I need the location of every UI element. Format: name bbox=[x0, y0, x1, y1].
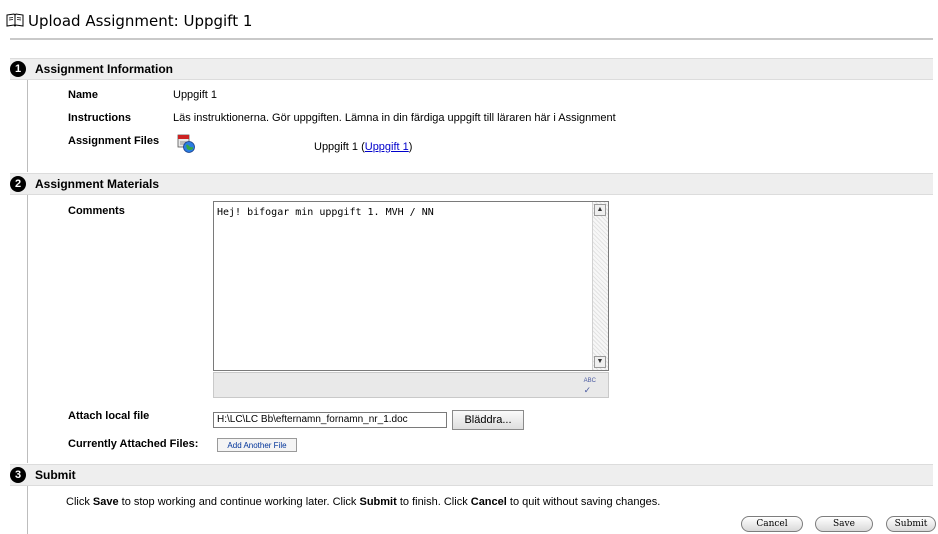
open-book-icon bbox=[6, 12, 24, 31]
step-1-badge: 1 bbox=[10, 61, 26, 77]
save-button[interactable]: Save bbox=[815, 516, 873, 532]
scroll-up-arrow-icon[interactable]: ▲ bbox=[594, 204, 606, 216]
comments-scrollbar[interactable]: ▲ ▼ bbox=[592, 202, 608, 370]
name-value: Uppgift 1 bbox=[173, 89, 218, 101]
file-name-text: Uppgift 1 ( bbox=[314, 141, 365, 153]
name-label: Name bbox=[68, 89, 98, 101]
instr-text: to stop working and continue working lat… bbox=[118, 496, 360, 508]
page-header: Upload Assignment: Uppgift 1 bbox=[6, 10, 252, 32]
section-header-assignment-materials: 2 Assignment Materials bbox=[10, 173, 933, 195]
attach-local-file-label: Attach local file bbox=[68, 410, 150, 422]
editor-toolbar: ABC ✓ bbox=[213, 372, 609, 398]
browse-button[interactable]: Bläddra... bbox=[452, 410, 524, 430]
submit-button[interactable]: Submit bbox=[886, 516, 936, 532]
instructions-label: Instructions bbox=[68, 112, 131, 124]
section-header-assignment-information: 1 Assignment Information bbox=[10, 58, 933, 80]
section-3-guide-line bbox=[27, 486, 28, 534]
uppgift-1-file-link[interactable]: Uppgift 1 bbox=[365, 141, 409, 153]
comments-text: Hej! bifogar min uppgift 1. MVH / NN bbox=[217, 207, 434, 218]
page-title: Upload Assignment: Uppgift 1 bbox=[28, 12, 253, 30]
instr-cancel-word: Cancel bbox=[470, 496, 507, 508]
attach-file-input[interactable]: H:\LC\LC Bb\efternamn_fornamn_nr_1.doc bbox=[213, 412, 447, 428]
file-globe-icon bbox=[176, 134, 196, 157]
section-title: Assignment Information bbox=[35, 62, 174, 76]
file-name-close: ) bbox=[408, 141, 413, 153]
add-another-file-button[interactable]: Add Another File bbox=[217, 438, 297, 452]
spellcheck-icon[interactable]: ABC ✓ bbox=[584, 378, 596, 396]
cancel-button[interactable]: Cancel bbox=[741, 516, 803, 532]
comments-textarea[interactable]: Hej! bifogar min uppgift 1. MVH / NN ▲ ▼ bbox=[213, 201, 609, 371]
section-title: Submit bbox=[35, 468, 76, 482]
assignment-files-label: Assignment Files bbox=[68, 135, 160, 147]
instr-text: to finish. Click bbox=[396, 496, 471, 508]
instr-text: to quit without saving changes. bbox=[506, 496, 661, 508]
title-divider bbox=[10, 38, 933, 40]
submit-instructions: Click Save to stop working and continue … bbox=[66, 496, 660, 508]
assignment-file-entry: Uppgift 1 (Uppgift 1) bbox=[314, 141, 412, 153]
instr-save-word: Save bbox=[92, 496, 119, 508]
instructions-value: Läs instruktionerna. Gör uppgiften. Lämn… bbox=[173, 112, 616, 124]
currently-attached-files-label: Currently Attached Files: bbox=[68, 438, 199, 450]
comments-label: Comments bbox=[68, 205, 125, 217]
section-title: Assignment Materials bbox=[35, 177, 160, 191]
section-1-guide-line bbox=[27, 80, 28, 172]
instr-submit-word: Submit bbox=[359, 496, 397, 508]
scroll-down-arrow-icon[interactable]: ▼ bbox=[594, 356, 606, 368]
step-3-badge: 3 bbox=[10, 467, 26, 483]
section-2-guide-line bbox=[27, 195, 28, 463]
step-2-badge: 2 bbox=[10, 176, 26, 192]
section-header-submit: 3 Submit bbox=[10, 464, 933, 486]
instr-text: Click bbox=[66, 496, 93, 508]
